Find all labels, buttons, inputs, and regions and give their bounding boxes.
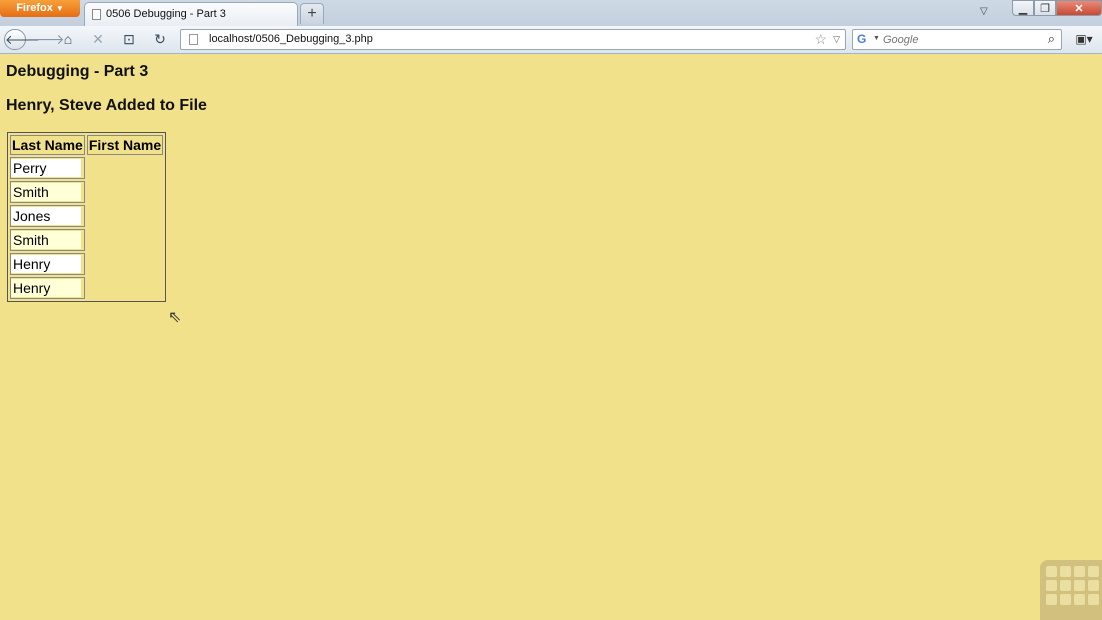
last-name-input[interactable] <box>11 231 81 249</box>
first-name-cell <box>87 181 163 203</box>
page-icon <box>92 9 101 20</box>
tab-title: 0506 Debugging - Part 3 <box>106 8 226 20</box>
url-text: localhost/0506_Debugging_3.php <box>209 33 373 45</box>
bookmark-star-icon[interactable]: ☆ <box>814 31 827 48</box>
last-name-input[interactable] <box>11 183 81 201</box>
last-name-input[interactable] <box>11 207 81 225</box>
last-name-input[interactable] <box>11 159 81 177</box>
search-input[interactable] <box>883 31 1033 48</box>
maximize-button[interactable]: ❐ <box>1034 0 1056 16</box>
first-name-cell <box>87 205 163 227</box>
header-first-name: First Name <box>86 135 164 155</box>
search-bar[interactable]: G ▼ ⌕ <box>852 29 1062 50</box>
table-row <box>10 205 163 227</box>
table-row <box>10 157 163 179</box>
last-name-cell <box>10 253 85 275</box>
last-name-input[interactable] <box>11 255 81 273</box>
caret-down-icon: ▼ <box>55 4 64 13</box>
table-header-row: Last Name First Name <box>10 135 164 155</box>
reload-icon[interactable]: ↻ <box>148 29 172 50</box>
save-icon[interactable]: ⊡ <box>117 29 141 50</box>
engine-chevron-icon[interactable]: ▼ <box>873 35 880 42</box>
table-row <box>10 253 163 275</box>
tab-list-chevron-icon[interactable]: ▽ <box>980 6 988 17</box>
page-content: Debugging - Part 3 Henry, Steve Added to… <box>0 55 1102 620</box>
header-last-name: Last Name <box>10 135 85 155</box>
firefox-menu-button[interactable]: Firefox ▼ <box>0 0 80 17</box>
mouse-pointer-icon: ⇖ <box>168 309 182 326</box>
watermark-logo <box>1040 560 1102 620</box>
last-name-cell <box>10 205 85 227</box>
forward-icon[interactable]: 🡒 <box>27 29 65 50</box>
last-name-input[interactable] <box>11 279 81 297</box>
first-name-cell <box>87 157 163 179</box>
home-icon[interactable]: ⌂ <box>56 29 80 50</box>
tools-menu-button[interactable]: ▣▾ <box>1070 29 1098 50</box>
last-name-cell <box>10 229 85 251</box>
search-icon[interactable]: ⌕ <box>1048 31 1055 47</box>
first-name-cell <box>87 277 163 299</box>
site-identity-icon[interactable] <box>189 34 198 45</box>
close-window-button[interactable]: ✕ <box>1056 0 1102 16</box>
last-name-cell <box>10 181 85 203</box>
url-bar[interactable]: localhost/0506_Debugging_3.php ☆ ▽ <box>180 29 846 50</box>
last-name-cell <box>10 157 85 179</box>
page-subtitle: Henry, Steve Added to File <box>6 97 207 114</box>
table-row <box>10 277 163 299</box>
first-name-cell <box>87 253 163 275</box>
stop-icon[interactable]: ✕ <box>86 29 110 50</box>
table-row <box>10 181 163 203</box>
tab-active[interactable]: 0506 Debugging - Part 3 <box>84 2 298 26</box>
navigation-toolbar: 🡐 🡒 ⌂ ✕ ⊡ ↻ localhost/0506_Debugging_3.p… <box>0 26 1102 54</box>
google-engine-icon[interactable]: G <box>857 32 866 46</box>
last-name-cell <box>10 277 85 299</box>
names-table: Last Name First Name <box>7 132 167 302</box>
url-history-chevron-icon[interactable]: ▽ <box>833 34 840 45</box>
first-name-cell <box>87 229 163 251</box>
back-icon[interactable]: 🡐 <box>4 29 40 50</box>
page-title: Debugging - Part 3 <box>6 63 149 80</box>
table-row <box>10 229 163 251</box>
new-tab-button[interactable]: + <box>300 3 324 24</box>
minimize-button[interactable]: ▁ <box>1012 0 1034 16</box>
firefox-menu-label: Firefox <box>16 2 53 14</box>
browser-titlebar: Firefox ▼ 0506 Debugging - Part 3 + ▽ ▁ ❐… <box>0 0 1102 26</box>
